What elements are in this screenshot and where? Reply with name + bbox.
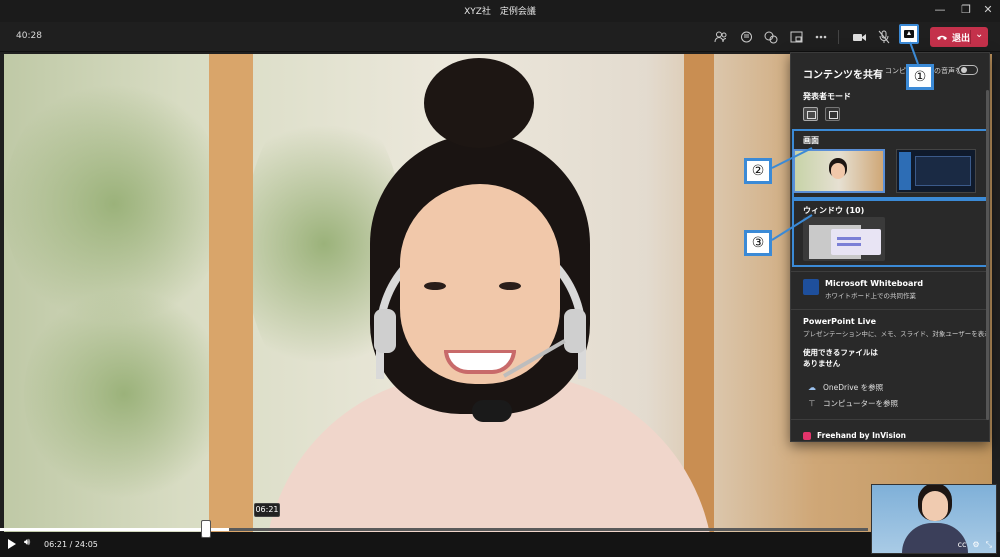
no-files-message: 使用できるファイルはありません (803, 348, 878, 368)
scrub-handle[interactable] (201, 520, 211, 538)
browse-computer[interactable]: ⊤ コンピューターを参照 (807, 398, 898, 409)
share-icon[interactable] (899, 24, 919, 44)
window-label: ウィンドウ (10) (803, 206, 865, 215)
upload-icon: ⊤ (808, 399, 816, 408)
camera-icon[interactable] (850, 28, 868, 46)
title-bar: XYZ社 定例会議 — ❐ ✕ (0, 0, 1000, 22)
leave-label: 退出 (952, 33, 971, 44)
cloud-icon: ☁ (808, 383, 816, 392)
settings-icon[interactable]: ⚙ (972, 540, 979, 550)
include-audio-toggle[interactable] (958, 65, 978, 75)
presenter-mode-label: 発表者モード (803, 92, 851, 101)
headset-mic (472, 400, 512, 422)
callout-2: ② (744, 158, 772, 184)
reactions-icon[interactable] (762, 28, 780, 46)
browse-onedrive[interactable]: ☁ OneDrive を参照 (807, 382, 883, 393)
playback-time: 06:21 / 24:05 (44, 540, 98, 549)
volume-icon[interactable]: 🔊︎ (24, 537, 30, 548)
leave-button[interactable]: 退出 ⌄ (930, 27, 988, 47)
meeting-toolbar: 40:28 退出 ⌄ (0, 22, 1000, 52)
window-thumbnail[interactable] (803, 217, 885, 261)
chevron-down-icon[interactable]: ⌄ (975, 29, 983, 40)
screen-thumbnail-2[interactable] (896, 149, 976, 193)
mic-muted-icon[interactable] (875, 28, 893, 46)
whiteboard-description: ホワイトボード上での共同作業 (825, 292, 916, 300)
whiteboard-option[interactable]: Microsoft Whiteboard (825, 279, 923, 288)
people-icon[interactable] (712, 28, 730, 46)
share-panel-scrollbar[interactable] (986, 90, 989, 420)
callout-1: ① (906, 64, 934, 90)
share-panel-title: コンテンツを共有 (803, 70, 883, 81)
screen-label: 画面 (803, 136, 819, 145)
freehand-option[interactable]: Freehand by InVision (803, 431, 906, 440)
playback-bar (0, 532, 1000, 557)
powerpoint-live-description: プレゼンテーション中に、メモ、スライド、対象ユーザーを表示します (803, 330, 990, 338)
progress-played[interactable] (0, 528, 229, 531)
play-icon[interactable] (8, 539, 16, 549)
share-content-panel: コンテンツを共有 コンピューターの音声を含む 発表者モード 画面 ウィンドウ (… (790, 52, 990, 442)
fullscreen-icon[interactable]: ⤡ (986, 540, 992, 550)
close-button[interactable]: ✕ (978, 3, 998, 16)
freehand-icon (803, 431, 811, 440)
phone-hangup-icon (937, 35, 947, 40)
more-icon[interactable] (812, 28, 830, 46)
meeting-timer: 40:28 (16, 31, 42, 41)
maximize-button[interactable]: ❐ (956, 3, 976, 16)
presenter-mode-standout[interactable] (825, 107, 840, 121)
screen-thumbnail-1[interactable] (793, 149, 885, 193)
powerpoint-live-title: PowerPoint Live (803, 317, 877, 326)
whiteboard-icon (803, 279, 819, 295)
rooms-icon[interactable] (787, 28, 805, 46)
minimize-button[interactable]: — (930, 3, 950, 16)
callout-3: ③ (744, 230, 772, 256)
self-view[interactable]: cc ⚙ ⤡ (871, 484, 997, 554)
scrub-tooltip: 06:21 (254, 503, 280, 517)
window-title: XYZ社 定例会議 (464, 7, 536, 17)
chat-icon[interactable] (737, 28, 755, 46)
toolbar-divider (838, 30, 839, 44)
progress-remaining[interactable] (229, 528, 868, 531)
cc-icon[interactable]: cc (958, 540, 967, 550)
presenter-mode-content-only[interactable] (803, 107, 818, 121)
